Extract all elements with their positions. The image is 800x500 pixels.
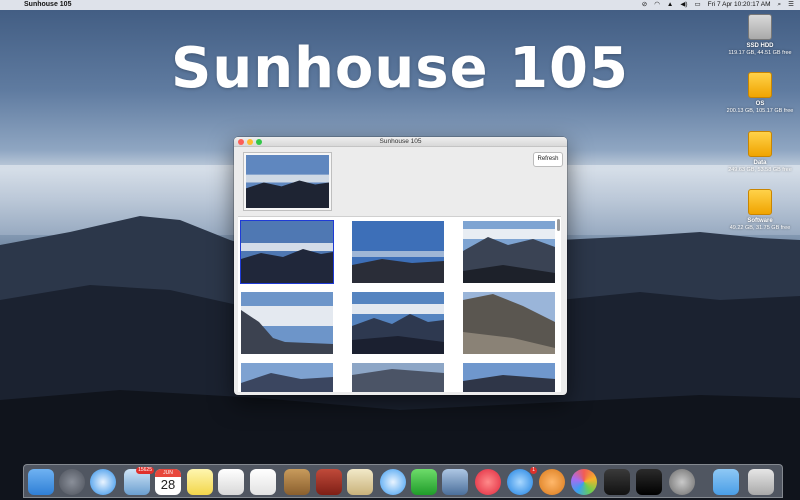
minimize-icon[interactable] xyxy=(247,139,253,145)
launchpad-icon[interactable] xyxy=(59,469,85,495)
window-title: Sunhouse 105 xyxy=(379,138,422,145)
menu-bar: Sunhouse 105 ⊘ ◠ ▲ ◀) ▭ Fri 7 Apr 10:20:… xyxy=(0,0,800,10)
reminders-icon[interactable] xyxy=(250,469,276,495)
mail-icon[interactable]: 15625 xyxy=(124,467,154,495)
image-thumbnail[interactable] xyxy=(463,363,555,392)
notification-center-icon[interactable]: ☰ xyxy=(788,0,794,10)
drive-software[interactable]: Software 49.22 GB, 31.75 GB free xyxy=(724,189,796,231)
usb-drive-icon xyxy=(748,131,772,157)
drive-info: 49.22 GB, 31.75 GB free xyxy=(729,224,791,231)
folder-icon[interactable] xyxy=(713,469,739,495)
terminal-icon[interactable] xyxy=(636,469,662,495)
books-icon[interactable] xyxy=(539,469,565,495)
drive-info: 249.63 GB, 53.58 GB free xyxy=(728,166,792,173)
image-thumbnail[interactable] xyxy=(352,292,444,354)
close-icon[interactable] xyxy=(238,139,244,145)
app-store-icon[interactable]: 1 xyxy=(507,467,537,495)
app-window: Sunhouse 105 Refresh xyxy=(234,137,567,395)
safari-icon[interactable] xyxy=(90,469,116,495)
image-thumbnail[interactable] xyxy=(241,363,333,392)
facetime-icon[interactable] xyxy=(411,469,437,495)
status-icon[interactable]: ⊘ xyxy=(642,0,647,10)
search-icon[interactable]: ⌕ xyxy=(778,0,782,10)
image-thumbnail[interactable] xyxy=(352,221,444,283)
desktop-title: Sunhouse 105 xyxy=(171,36,629,101)
notes-icon[interactable] xyxy=(187,469,213,495)
window-controls xyxy=(238,139,262,145)
textedit-icon[interactable] xyxy=(218,469,244,495)
calendar-day: 28 xyxy=(160,477,176,492)
drive-data[interactable]: Data 249.63 GB, 53.58 GB free xyxy=(724,131,796,173)
music-icon[interactable] xyxy=(475,469,501,495)
dictionary-icon[interactable] xyxy=(316,469,342,495)
image-thumbnail[interactable] xyxy=(240,220,334,284)
airplay-icon[interactable]: ▲ xyxy=(667,0,673,10)
image-grid[interactable] xyxy=(238,216,561,392)
calendar-icon[interactable]: JUN 28 xyxy=(155,469,181,495)
contacts-icon[interactable] xyxy=(284,469,310,495)
wifi-icon[interactable]: ◠ xyxy=(654,0,660,10)
mail-badge: 15625 xyxy=(136,467,154,474)
refresh-button[interactable]: Refresh xyxy=(533,152,563,167)
image-thumbnail[interactable] xyxy=(241,292,333,354)
scrollbar-thumb[interactable] xyxy=(557,219,560,231)
usb-drive-icon xyxy=(748,72,772,98)
clock[interactable]: Fri 7 Apr 10:20:17 AM xyxy=(708,0,771,10)
window-titlebar[interactable]: Sunhouse 105 xyxy=(234,137,567,147)
hdd-icon xyxy=(748,14,772,40)
finder-icon[interactable] xyxy=(28,469,54,495)
system-preferences-icon[interactable] xyxy=(669,469,695,495)
image-thumbnail[interactable] xyxy=(463,292,555,354)
drive-os[interactable]: OS 200.13 GB, 105.17 GB free xyxy=(724,72,796,114)
battery-icon[interactable]: ▭ xyxy=(695,0,701,10)
drive-info: 119.17 GB, 44.51 GB free xyxy=(728,49,792,56)
volume-icon[interactable]: ◀) xyxy=(680,0,687,10)
status-area: ⊘ ◠ ▲ ◀) ▭ Fri 7 Apr 10:20:17 AM ⌕ ☰ xyxy=(642,0,794,10)
active-app-name[interactable]: Sunhouse 105 xyxy=(24,0,71,10)
zoom-icon[interactable] xyxy=(256,139,262,145)
usb-drive-icon xyxy=(748,189,772,215)
preview-icon[interactable] xyxy=(347,469,373,495)
messages-icon[interactable] xyxy=(380,469,406,495)
grid-scrollbar[interactable] xyxy=(556,216,562,392)
dock: 15625 JUN 28 1 xyxy=(23,464,783,498)
app-store-badge: 1 xyxy=(530,467,537,474)
drive-info: 200.13 GB, 105.17 GB free xyxy=(726,107,794,114)
trash-icon[interactable] xyxy=(748,469,774,495)
photo-browser-icon[interactable] xyxy=(442,469,468,495)
drive-ssd-hdd[interactable]: SSD HDD 119.17 GB, 44.51 GB free xyxy=(724,14,796,56)
image-thumbnail[interactable] xyxy=(463,221,555,283)
activity-monitor-icon[interactable] xyxy=(604,469,630,495)
calendar-month: JUN xyxy=(155,469,181,477)
photos-icon[interactable] xyxy=(571,469,597,495)
selected-image-preview xyxy=(243,152,332,211)
image-thumbnail[interactable] xyxy=(352,363,444,392)
preview-image xyxy=(246,155,329,208)
